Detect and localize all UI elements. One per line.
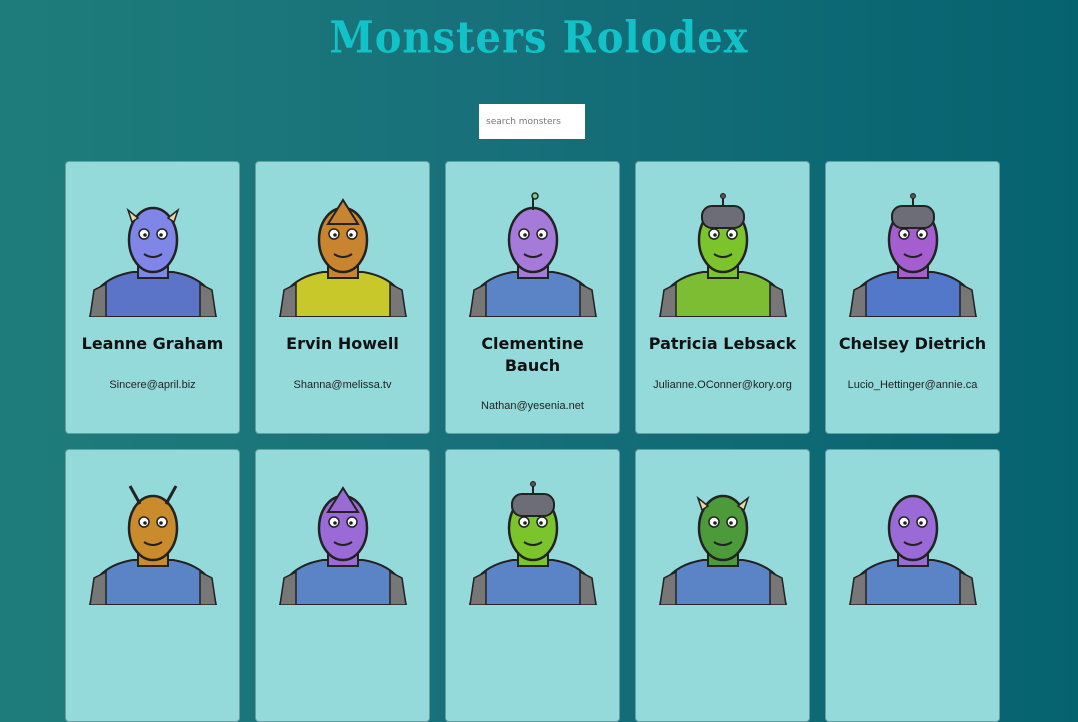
monster-avatar: [468, 192, 598, 317]
monster-card[interactable]: [445, 449, 620, 722]
monster-avatar: [278, 192, 408, 317]
monster-avatar: [848, 480, 978, 605]
monster-card[interactable]: Ervin Howell Shanna@melissa.tv: [255, 161, 430, 434]
monster-avatar: [658, 192, 788, 317]
monster-card-list: Leanne Graham Sincere@april.biz Ervin Howe…: [65, 161, 1015, 722]
monster-name: Patricia Lebsack: [648, 334, 797, 353]
monster-card[interactable]: Leanne Graham Sincere@april.biz: [65, 161, 240, 434]
monster-name: Clementine Bauch: [481, 334, 584, 375]
monster-avatar: [468, 480, 598, 605]
monster-card[interactable]: Patricia Lebsack Julianne.OConner@kory.or…: [635, 161, 810, 434]
app-title: Monsters Rolodex: [329, 11, 749, 64]
search-input[interactable]: [479, 104, 585, 139]
monster-avatar: [88, 480, 218, 605]
monster-card[interactable]: Chelsey Dietrich Lucio_Hettinger@annie.ca: [825, 161, 1000, 434]
monster-card[interactable]: [255, 449, 430, 722]
monster-card[interactable]: [65, 449, 240, 722]
monster-card[interactable]: Clementine Bauch Nathan@yesenia.net: [445, 161, 620, 434]
monster-name: Chelsey Dietrich: [838, 334, 987, 353]
monster-card[interactable]: [635, 449, 810, 722]
monster-email: Nathan@yesenia.net: [481, 400, 584, 412]
monster-email: Lucio_Hettinger@annie.ca: [847, 379, 978, 391]
monster-email: Shanna@melissa.tv: [293, 379, 392, 391]
monster-card[interactable]: [825, 449, 1000, 722]
monster-avatar: [278, 480, 408, 605]
monster-avatar: [848, 192, 978, 317]
monster-name: Ervin Howell: [286, 334, 399, 353]
monster-email: Sincere@april.biz: [109, 379, 196, 391]
monster-name: Leanne Graham: [81, 334, 224, 353]
monster-email: Julianne.OConner@kory.org: [653, 379, 792, 391]
monster-avatar: [658, 480, 788, 605]
monster-avatar: [88, 192, 218, 317]
